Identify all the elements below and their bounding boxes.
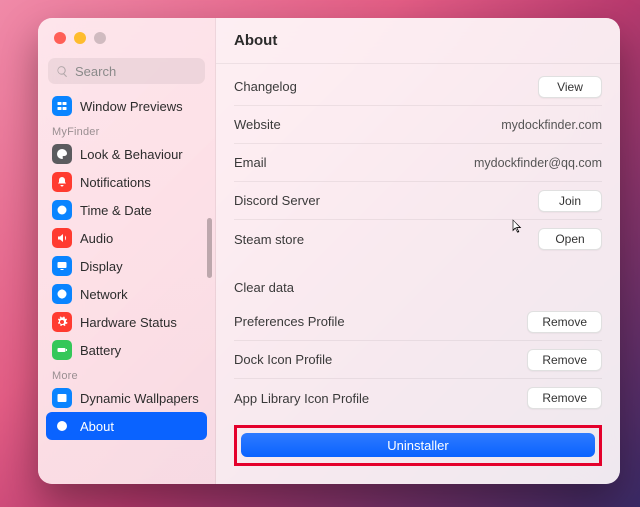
- about-content: ChangelogViewWebsitemydockfinder.comEmai…: [216, 64, 620, 484]
- row-label: Dock Icon Profile: [234, 352, 527, 367]
- row-label: Changelog: [234, 79, 538, 94]
- sidebar-item-audio[interactable]: Audio: [46, 224, 207, 252]
- sidebar-item-label: About: [80, 419, 114, 434]
- clear-row-app-library-icon-profile: App Library Icon ProfileRemove: [234, 379, 602, 417]
- sidebar-group-label: More: [46, 364, 207, 384]
- row-value: mydockfinder@qq.com: [474, 156, 602, 170]
- sidebar-item-about[interactable]: About: [46, 412, 207, 440]
- remove-button[interactable]: Remove: [527, 387, 602, 409]
- main-panel: About ChangelogViewWebsitemydockfinder.c…: [216, 18, 620, 484]
- image-icon: [52, 388, 72, 408]
- sidebar-item-battery[interactable]: Battery: [46, 336, 207, 364]
- search-icon: [56, 65, 69, 78]
- page-title: About: [216, 18, 620, 64]
- sidebar-item-dynamic-wallpapers[interactable]: Dynamic Wallpapers: [46, 384, 207, 412]
- sidebar-item-label: Display: [80, 259, 123, 274]
- zoom-icon[interactable]: [94, 32, 106, 44]
- bell-icon: [52, 172, 72, 192]
- join-button[interactable]: Join: [538, 190, 602, 212]
- about-row-discord-server: Discord ServerJoin: [234, 182, 602, 220]
- battery-icon: [52, 340, 72, 360]
- sidebar-item-time-date[interactable]: Time & Date: [46, 196, 207, 224]
- sidebar-item-label: Time & Date: [80, 203, 152, 218]
- sidebar-item-window-previews[interactable]: Window Previews: [46, 92, 207, 120]
- minimize-icon[interactable]: [74, 32, 86, 44]
- sidebar-list: Window Previews MyFinder Look & Behaviour N…: [38, 92, 215, 484]
- sidebar-item-label: Window Previews: [80, 99, 183, 114]
- sidebar-item-label: Hardware Status: [80, 315, 177, 330]
- row-value: mydockfinder.com: [501, 118, 602, 132]
- uninstaller-button[interactable]: Uninstaller: [241, 433, 595, 457]
- sidebar-item-label: Notifications: [80, 175, 151, 190]
- about-row-steam-store: Steam storeOpen: [234, 220, 602, 258]
- info-icon: [52, 416, 72, 436]
- sidebar-item-label: Network: [80, 287, 128, 302]
- row-label: Email: [234, 155, 474, 170]
- sidebar: Search Window Previews MyFinder Look & Beh…: [38, 18, 216, 484]
- sidebar-item-label: Audio: [80, 231, 113, 246]
- open-button[interactable]: Open: [538, 228, 602, 250]
- about-row-changelog: ChangelogView: [234, 68, 602, 106]
- display-icon: [52, 256, 72, 276]
- paint-icon: [52, 144, 72, 164]
- clock-icon: [52, 200, 72, 220]
- row-label: Discord Server: [234, 193, 538, 208]
- row-label: Preferences Profile: [234, 314, 527, 329]
- sidebar-item-network[interactable]: Network: [46, 280, 207, 308]
- sidebar-item-hardware-status[interactable]: Hardware Status: [46, 308, 207, 336]
- remove-button[interactable]: Remove: [527, 349, 602, 371]
- sidebar-item-label: Look & Behaviour: [80, 147, 183, 162]
- sidebar-item-notifications[interactable]: Notifications: [46, 168, 207, 196]
- row-label: App Library Icon Profile: [234, 391, 527, 406]
- sidebar-item-display[interactable]: Display: [46, 252, 207, 280]
- about-row-website: Websitemydockfinder.com: [234, 106, 602, 144]
- search-input[interactable]: Search: [48, 58, 205, 84]
- sidebar-group-label: MyFinder: [46, 120, 207, 140]
- view-button[interactable]: View: [538, 76, 602, 98]
- gear-icon: [52, 312, 72, 332]
- window-controls: [38, 18, 215, 54]
- sidebar-item-label: Battery: [80, 343, 121, 358]
- clear-row-dock-icon-profile: Dock Icon ProfileRemove: [234, 341, 602, 379]
- globe-icon: [52, 284, 72, 304]
- windows-icon: [52, 96, 72, 116]
- preferences-window: Search Window Previews MyFinder Look & Beh…: [38, 18, 620, 484]
- sidebar-item-look-behaviour[interactable]: Look & Behaviour: [46, 140, 207, 168]
- close-icon[interactable]: [54, 32, 66, 44]
- clear-data-heading: Clear data: [234, 272, 602, 303]
- about-row-email: Emailmydockfinder@qq.com: [234, 144, 602, 182]
- uninstaller-highlight: Uninstaller: [234, 425, 602, 466]
- search-placeholder: Search: [75, 64, 116, 79]
- clear-row-preferences-profile: Preferences ProfileRemove: [234, 303, 602, 341]
- sidebar-item-label: Dynamic Wallpapers: [80, 391, 199, 406]
- sound-icon: [52, 228, 72, 248]
- scrollbar-thumb[interactable]: [207, 218, 212, 278]
- row-label: Website: [234, 117, 501, 132]
- row-label: Steam store: [234, 232, 538, 247]
- remove-button[interactable]: Remove: [527, 311, 602, 333]
